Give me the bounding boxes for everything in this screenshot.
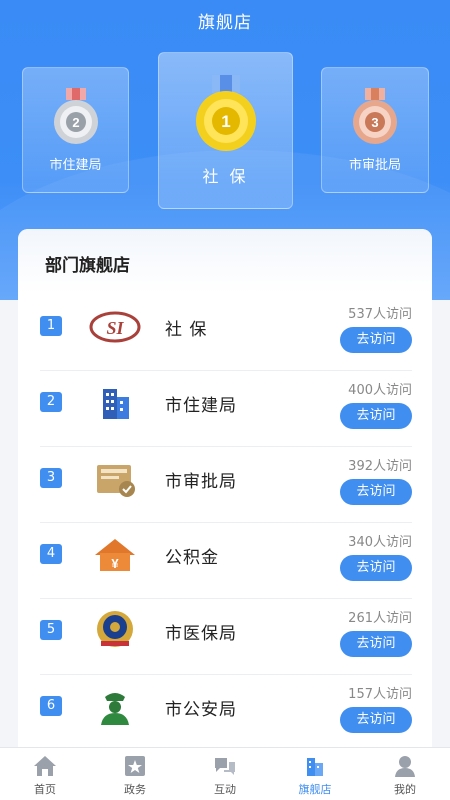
row-name: 公积金 xyxy=(165,548,219,568)
podium-first-label: 社 保 xyxy=(202,167,249,186)
rank-badge: 4 xyxy=(40,544,62,564)
podium-first[interactable]: 1 社 保 xyxy=(158,52,293,209)
gold-medal-icon: 1 xyxy=(195,75,256,151)
tab-label: 旗舰店 xyxy=(298,783,332,796)
tab-profile[interactable]: 我的 xyxy=(360,748,450,800)
visit-count: 261人访问 xyxy=(348,611,412,626)
list-item[interactable]: 3 市审批局 392人访问 去访问 xyxy=(40,447,412,523)
rank-badge: 2 xyxy=(40,392,62,412)
tab-label: 互动 xyxy=(214,783,236,796)
rank-badge: 5 xyxy=(40,620,62,640)
card-title: 部门旗舰店 xyxy=(45,256,130,276)
row-name: 市住建局 xyxy=(165,396,237,416)
visit-button[interactable]: 去访问 xyxy=(340,327,412,353)
bottom-tab-bar: 首页 政务 互动 旗舰店 我的 xyxy=(0,747,450,800)
list-item[interactable]: 2 市住建局 400人访问 去访问 xyxy=(40,371,412,447)
profile-icon xyxy=(395,756,415,777)
tab-government[interactable]: 政务 xyxy=(90,748,180,800)
officer-icon xyxy=(101,693,129,725)
visit-count: 340人访问 xyxy=(348,535,412,550)
row-name: 市公安局 xyxy=(165,700,237,720)
tab-label: 首页 xyxy=(34,783,56,796)
tab-label: 我的 xyxy=(394,783,416,796)
police-emblem-icon xyxy=(97,611,133,647)
page-title: 旗舰店 xyxy=(198,13,252,33)
row-name: 市医保局 xyxy=(165,624,237,644)
list-item[interactable]: 1 SI 社 保 537人访问 去访问 xyxy=(40,295,412,371)
visit-button[interactable]: 去访问 xyxy=(340,555,412,581)
svg-text:1: 1 xyxy=(221,112,230,131)
social-security-logo-icon: SI xyxy=(89,311,141,343)
visit-button[interactable]: 去访问 xyxy=(340,479,412,505)
tab-home[interactable]: 首页 xyxy=(0,748,90,800)
tab-interact[interactable]: 互动 xyxy=(180,748,270,800)
svg-text:SI: SI xyxy=(106,318,124,338)
housing-fund-icon: ¥ xyxy=(95,539,135,571)
interact-icon xyxy=(215,758,235,775)
svg-text:¥: ¥ xyxy=(111,556,119,571)
visit-count: 157人访问 xyxy=(348,687,412,702)
podium-third-label: 市审批局 xyxy=(348,158,401,173)
silver-medal-icon: 2 xyxy=(53,88,98,144)
svg-text:2: 2 xyxy=(72,115,79,130)
visit-button[interactable]: 去访问 xyxy=(340,631,412,657)
flagship-store-icon xyxy=(307,758,323,776)
department-store-card: 部门旗舰店 1 SI 社 保 537人访问 去访问 2 市住建局 400人访问 … xyxy=(18,229,432,789)
rank-badge: 3 xyxy=(40,468,62,488)
list-item[interactable]: 6 市公安局 157人访问 去访问 xyxy=(40,675,412,751)
row-name: 市审批局 xyxy=(165,472,237,492)
approval-document-icon xyxy=(97,465,135,497)
list-item[interactable]: 4 ¥ 公积金 340人访问 去访问 xyxy=(40,523,412,599)
list-item[interactable]: 5 市医保局 261人访问 去访问 xyxy=(40,599,412,675)
row-name: 社 保 xyxy=(165,320,208,340)
visit-count: 400人访问 xyxy=(348,383,412,398)
visit-button[interactable]: 去访问 xyxy=(340,707,412,733)
podium-second-label: 市住建局 xyxy=(49,158,102,173)
podium-second[interactable]: 2 市住建局 xyxy=(22,67,129,193)
building-icon xyxy=(103,389,129,419)
rank-badge: 6 xyxy=(40,696,62,716)
government-icon xyxy=(125,756,145,776)
rank-badge: 1 xyxy=(40,316,62,336)
home-icon xyxy=(34,756,56,776)
bronze-medal-icon: 3 xyxy=(353,88,397,144)
tab-label: 政务 xyxy=(124,783,146,796)
svg-text:3: 3 xyxy=(371,115,378,130)
visit-button[interactable]: 去访问 xyxy=(340,403,412,429)
visit-count: 392人访问 xyxy=(348,459,412,474)
visit-count: 537人访问 xyxy=(348,307,412,322)
tab-flagship-store[interactable]: 旗舰店 xyxy=(270,748,360,800)
podium-third[interactable]: 3 市审批局 xyxy=(321,67,429,193)
